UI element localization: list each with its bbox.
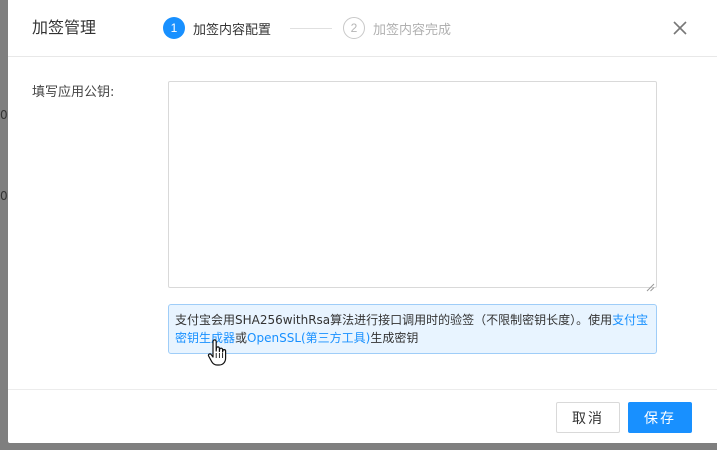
dialog-title: 加签管理 bbox=[32, 18, 97, 37]
step-2-number: 2 bbox=[343, 17, 365, 39]
cancel-button[interactable]: 取消 bbox=[556, 402, 620, 433]
dialog-footer: 取消 保存 bbox=[8, 389, 717, 444]
step-1-label: 加签内容配置 bbox=[193, 22, 272, 38]
tip-text-between: 或 bbox=[235, 331, 248, 345]
step-2: 2 加签内容完成 bbox=[343, 16, 451, 40]
public-key-textarea[interactable] bbox=[168, 81, 657, 288]
public-key-label: 填写应用公钥: bbox=[32, 85, 115, 100]
signing-management-dialog: 加签管理 1 加签内容配置 2 加签内容完成 填写应用公钥: 支付宝会用SHA2… bbox=[8, 0, 717, 443]
step-1: 1 加签内容配置 bbox=[163, 16, 271, 40]
step-2-label: 加签内容完成 bbox=[373, 22, 452, 38]
step-connector-line bbox=[290, 28, 332, 29]
step-1-number: 1 bbox=[163, 17, 185, 39]
background-text-fragment: 0 bbox=[0, 189, 8, 203]
tip-text-after: 生成密钥 bbox=[370, 331, 419, 345]
resize-handle-icon[interactable] bbox=[646, 277, 655, 292]
background-text-fragment: 0 bbox=[0, 108, 8, 122]
key-tip-box: 支付宝会用SHA256withRsa算法进行接口调用时的验签（不限制密钥长度）。… bbox=[168, 304, 657, 354]
tip-text-before: 支付宝会用SHA256withRsa算法进行接口调用时的验签（不限制密钥长度）。… bbox=[175, 313, 613, 327]
openssl-link[interactable]: OpenSSL(第三方工具) bbox=[247, 331, 370, 345]
close-icon[interactable] bbox=[670, 18, 690, 38]
dialog-header: 加签管理 1 加签内容配置 2 加签内容完成 bbox=[8, 0, 717, 57]
save-button[interactable]: 保存 bbox=[628, 402, 692, 433]
